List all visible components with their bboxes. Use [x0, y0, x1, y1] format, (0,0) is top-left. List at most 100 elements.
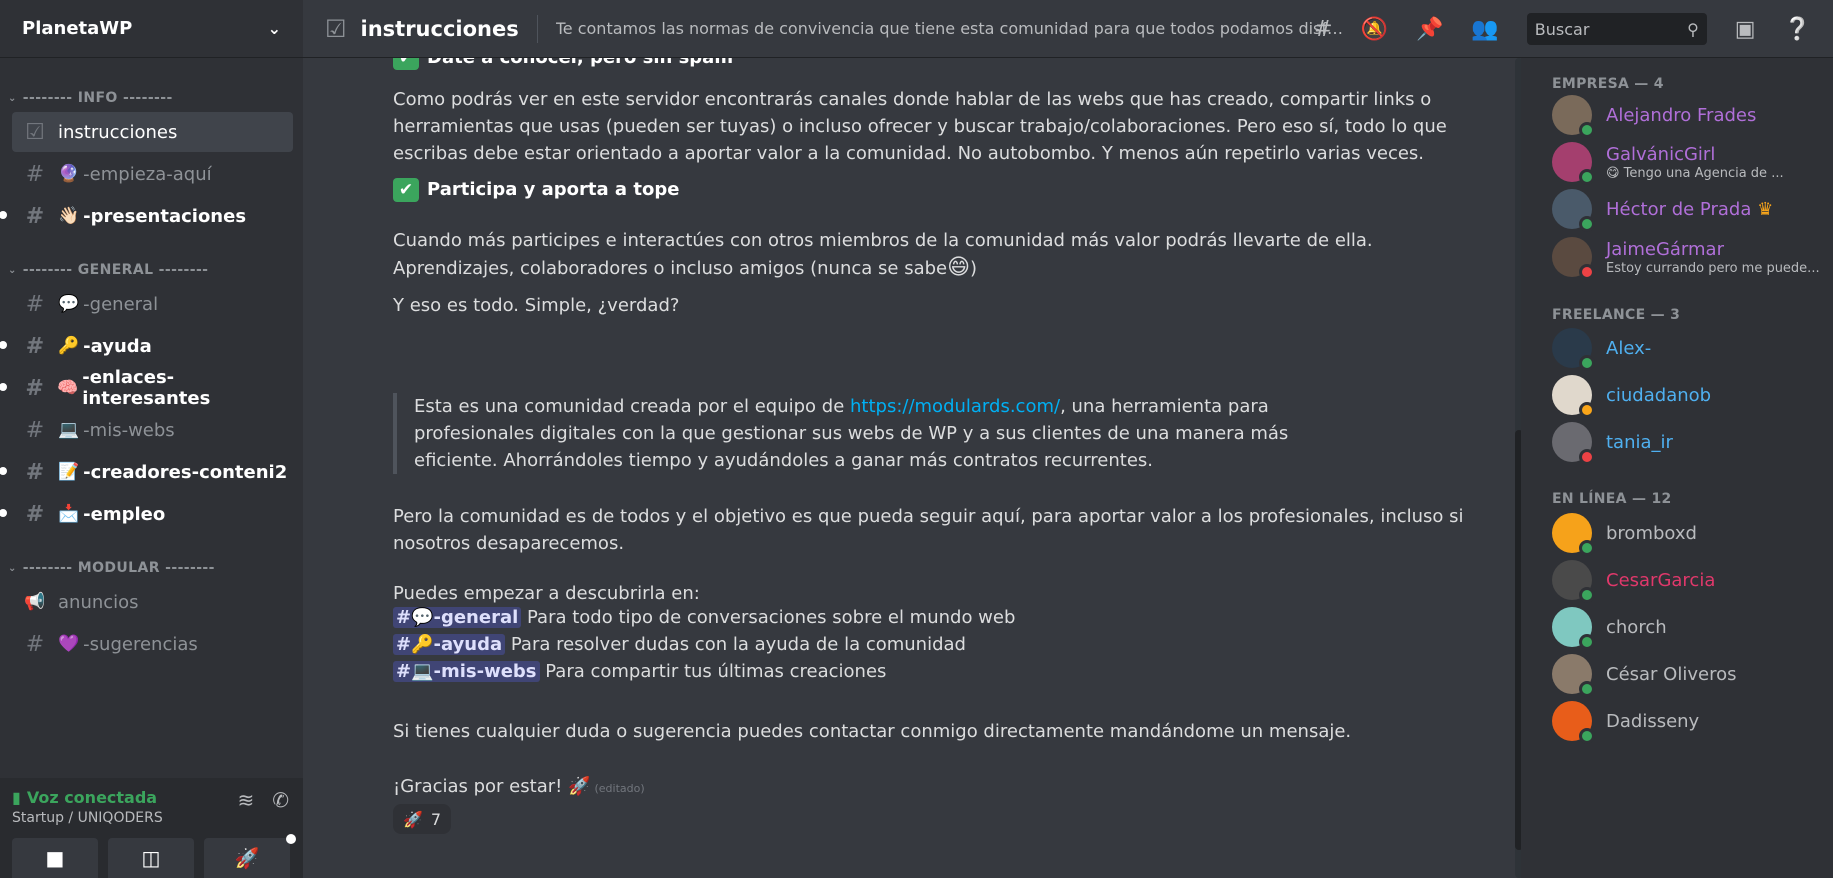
member-item[interactable]: chorch [1552, 607, 1822, 650]
channel-mention[interactable]: #💻-mis-webs [393, 661, 540, 682]
member-item[interactable]: GalvánicGirl 😋 Tengo una Agencia de ... [1552, 142, 1822, 185]
sidebar-channel[interactable]: 📢 anuncios [12, 582, 293, 622]
mute-bell-icon[interactable]: 🔕 [1361, 17, 1388, 42]
member-status-text: Estoy currando pero me puede... [1606, 260, 1820, 276]
avatar [1552, 375, 1595, 418]
member-text: CesarGarcia [1606, 570, 1715, 591]
reaction-rocket[interactable]: 🚀 7 [393, 804, 451, 834]
sidebar-channel[interactable]: # 📩 -empleo [0, 494, 293, 534]
member-item[interactable]: ciudadanob [1552, 375, 1822, 418]
rules-channel-icon: ☑ [325, 14, 347, 43]
category-name: -------- GENERAL -------- [22, 262, 209, 278]
sidebar-channel[interactable]: # 👋🏻 -presentaciones [0, 196, 293, 236]
member-list: EMPRESA — 4 FREELANCE — 3 EN LÍNEA — 12 Ale… [1521, 58, 1833, 878]
member-name: Dadisseny [1606, 710, 1700, 732]
pin-icon[interactable]: 📌 [1416, 17, 1443, 42]
sidebar-channel[interactable]: # 🔑 -ayuda [0, 326, 293, 366]
server-header[interactable]: PlanetaWP ⌄ [0, 0, 303, 58]
member-item[interactable]: César Oliveros [1552, 654, 1822, 697]
help-icon[interactable]: ❔ [1784, 17, 1811, 42]
sidebar-channel[interactable]: # 💬 -general [12, 284, 293, 324]
category-header[interactable]: ⌄ -------- GENERAL -------- [0, 258, 303, 282]
member-name: ciudadanob [1606, 384, 1712, 406]
category-name: -------- MODULAR -------- [22, 560, 215, 576]
member-text: Alejandro Frades [1606, 105, 1756, 126]
disconnect-icon[interactable]: ✆ [272, 788, 289, 812]
crown-icon: ♛ [1751, 198, 1774, 220]
member-text: GalvánicGirl 😋 Tengo una Agencia de ... [1606, 144, 1784, 181]
hash-icon: # [25, 459, 45, 485]
member-item[interactable]: JaimeGármar Estoy currando pero me puede.… [1552, 237, 1822, 280]
member-text: tania_ir [1606, 432, 1673, 453]
chevron-down-icon: ⌄ [267, 19, 281, 38]
channel-emoji-icon: 💬 [58, 294, 80, 314]
member-item[interactable]: Alex- [1552, 328, 1822, 371]
sidebar-channel[interactable]: ☑ instrucciones [12, 112, 293, 152]
status-indicator [1579, 122, 1595, 138]
inbox-icon[interactable]: ▣ [1735, 17, 1756, 42]
member-name: CesarGarcia [1606, 569, 1716, 591]
hash-icon: # [25, 203, 45, 229]
member-item[interactable]: bromboxd [1552, 513, 1822, 556]
blockquote: Esta es una comunidad creada por el equi… [393, 393, 1313, 474]
channel-mention-desc: Para compartir tus últimas creaciones [539, 661, 887, 682]
member-text: Héctor de Prada ♛ [1606, 199, 1773, 220]
channel-name: instrucciones [360, 16, 519, 41]
unread-indicator [0, 383, 7, 391]
sidebar-channel[interactable]: # 💻 -mis-webs [12, 410, 293, 450]
channel-emoji-icon: 📝 [58, 462, 80, 482]
channel-label: -creadores-conteni2 [83, 461, 288, 483]
avatar [1552, 95, 1595, 138]
sidebar-channel[interactable]: # 📝 -creadores-conteni2 [0, 452, 293, 492]
grin-emoji-icon: 😄 [947, 255, 971, 280]
edited-label: (editado) [594, 782, 645, 795]
member-text: Alex- [1606, 338, 1651, 359]
search-input[interactable]: Buscar ⚲ [1526, 13, 1707, 45]
member-item[interactable]: Alejandro Frades [1552, 95, 1822, 138]
check-icon: ✔ [393, 178, 419, 202]
soundwave-icon[interactable]: ≋ [237, 788, 254, 812]
channel-topic[interactable]: Te contamos las normas de convivencia qu… [556, 19, 1346, 38]
channel-emoji-icon: 💜 [58, 634, 80, 654]
sidebar-channel[interactable]: # 🔮 -empieza-aquí [12, 154, 293, 194]
channel-link-row: #💬-general Para todo tipo de conversacio… [393, 604, 1473, 631]
threads-icon[interactable]: # [1314, 17, 1332, 42]
members-icon[interactable]: 👥 [1471, 17, 1498, 42]
search-placeholder: Buscar [1534, 19, 1590, 39]
status-indicator [1579, 728, 1595, 744]
status-indicator [1579, 264, 1595, 280]
activity-button[interactable]: 🚀 [204, 834, 296, 878]
category-header[interactable]: ⌄ -------- MODULAR -------- [0, 556, 303, 580]
category-header[interactable]: ⌄ -------- INFO -------- [0, 86, 303, 110]
sidebar-channel[interactable]: # 💜 -sugerencias [12, 624, 293, 664]
member-item[interactable]: CesarGarcia [1552, 560, 1822, 603]
channel-emoji-icon: 📩 [58, 504, 80, 524]
search-icon: ⚲ [1687, 19, 1699, 39]
paragraph-4: Pero la comunidad es de todos y el objet… [393, 506, 1464, 554]
paragraph-2: Cuando más participes e interactúes con … [393, 230, 1373, 280]
member-text: Dadisseny [1606, 711, 1699, 732]
modulards-link[interactable]: https://modulards.com/ [850, 396, 1060, 417]
hash-icon: # [25, 161, 45, 187]
sidebar-channel[interactable]: # 🧠 -enlaces-interesantes [0, 367, 293, 409]
member-text: bromboxd [1606, 523, 1697, 544]
member-name: bromboxd [1606, 522, 1697, 544]
member-item[interactable]: tania_ir [1552, 422, 1822, 465]
unread-indicator [0, 509, 7, 517]
channel-emoji-icon: 💻 [58, 420, 80, 440]
channel-mention-desc: Para resolver dudas con la ayuda de la c… [505, 634, 966, 655]
screen-share-button[interactable]: ◫ [108, 838, 194, 878]
status-indicator [1579, 449, 1595, 465]
channel-emoji-icon: 🧠 [57, 378, 79, 398]
check-icon: ✔ [393, 58, 419, 70]
channel-mention[interactable]: #🔑-ayuda [393, 634, 506, 655]
status-indicator [1579, 540, 1595, 556]
checklist-icon: ☑ [25, 119, 45, 145]
member-text: JaimeGármar Estoy currando pero me puede.… [1606, 239, 1820, 276]
camera-button[interactable]: ■ [12, 838, 98, 878]
member-item[interactable]: Dadisseny [1552, 701, 1822, 744]
signal-icon: ▮ [12, 788, 21, 807]
member-item[interactable]: Héctor de Prada ♛ [1552, 189, 1822, 232]
paragraph-6: Si tienes cualquier duda o sugerencia pu… [393, 721, 1352, 742]
channel-mention[interactable]: #💬-general [393, 607, 522, 628]
